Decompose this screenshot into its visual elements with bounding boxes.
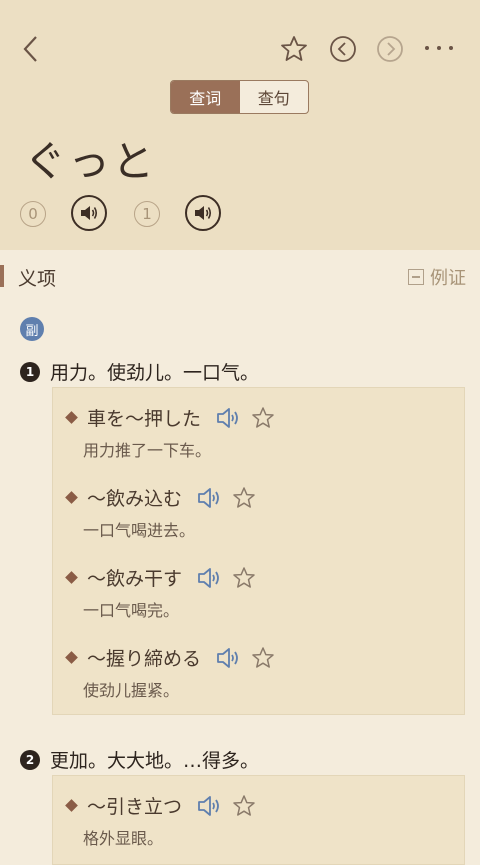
- speaker-icon[interactable]: [196, 794, 224, 818]
- speaker-icon[interactable]: [196, 486, 224, 510]
- bullet-icon: [65, 491, 78, 504]
- tab-sentence-lookup[interactable]: 查句: [240, 81, 309, 113]
- pitch-accent-badge: 0: [20, 201, 46, 227]
- pronunciation-speaker-button[interactable]: [71, 195, 107, 231]
- example-item: ～飲み干す 一口气喝完。: [65, 564, 256, 621]
- star-icon[interactable]: [251, 406, 275, 430]
- header: 查词 查句 ぐっと 0 1: [0, 0, 480, 250]
- sense-definition: 2 更加。大大地。…得多。: [20, 746, 259, 773]
- speaker-icon[interactable]: [196, 566, 224, 590]
- sense-number: 1: [20, 361, 40, 382]
- bullet-icon: [65, 799, 78, 812]
- search-mode-toggle: 查词 查句: [170, 80, 309, 114]
- bullet-icon: [65, 651, 78, 664]
- tab-word-lookup[interactable]: 查词: [171, 81, 240, 113]
- example-japanese: ～飲み干す: [87, 568, 183, 590]
- bullet-icon: [65, 411, 78, 424]
- example-japanese: ～握り締める: [87, 648, 202, 670]
- star-icon[interactable]: [279, 34, 309, 64]
- star-icon[interactable]: [232, 486, 256, 510]
- example-translation: 使劲儿握紧。: [83, 681, 180, 700]
- sense-number: 2: [20, 749, 40, 770]
- sense-definition: 1 用力。使劲儿。一口气。: [20, 358, 259, 385]
- pronunciation-speaker-button[interactable]: [185, 195, 221, 231]
- star-icon[interactable]: [251, 646, 275, 670]
- headword: ぐっと: [24, 137, 157, 186]
- part-of-speech-badge: 副: [20, 317, 44, 341]
- back-icon[interactable]: [18, 33, 46, 65]
- example-item: 車を～押した 用力推了一下车。: [65, 404, 275, 461]
- speaker-icon[interactable]: [215, 646, 243, 670]
- example-translation: 一口气喝完。: [83, 601, 180, 620]
- example-toggle-label: 例证: [430, 268, 466, 289]
- example-translation: 用力推了一下车。: [83, 441, 212, 460]
- star-icon[interactable]: [232, 566, 256, 590]
- examples-panel: 車を～押した 用力推了一下车。 ～飲み込む 一口气喝进去。 ～飲み干す 一口气喝…: [52, 387, 465, 715]
- star-icon[interactable]: [232, 794, 256, 818]
- example-translation: 格外显眼。: [83, 829, 164, 848]
- speaker-icon: [81, 206, 98, 220]
- example-item: ～握り締める 使劲儿握紧。: [65, 644, 275, 701]
- collapse-checkbox-icon: [408, 269, 424, 285]
- previous-icon[interactable]: [329, 35, 357, 63]
- speaker-icon: [195, 206, 212, 220]
- bullet-icon: [65, 571, 78, 584]
- more-icon[interactable]: [421, 36, 457, 60]
- definition-text: 更加。大大地。…得多。: [50, 750, 260, 772]
- pitch-accent-badge: 1: [134, 201, 160, 227]
- example-japanese: ～飲み込む: [87, 488, 183, 510]
- section-marker: [0, 265, 4, 287]
- next-icon[interactable]: [376, 35, 404, 63]
- example-item: ～飲み込む 一口气喝进去。: [65, 484, 256, 541]
- section-title: 义项: [18, 268, 57, 290]
- speaker-icon[interactable]: [215, 406, 243, 430]
- definition-text: 用力。使劲儿。一口气。: [50, 362, 260, 384]
- example-japanese: 車を～押した: [87, 408, 202, 430]
- example-translation: 一口气喝进去。: [83, 521, 196, 540]
- example-item: ～引き立つ 格外显眼。: [65, 792, 256, 849]
- example-japanese: ～引き立つ: [87, 796, 183, 818]
- examples-panel: ～引き立つ 格外显眼。: [52, 775, 465, 865]
- example-toggle[interactable]: 例证: [408, 264, 466, 290]
